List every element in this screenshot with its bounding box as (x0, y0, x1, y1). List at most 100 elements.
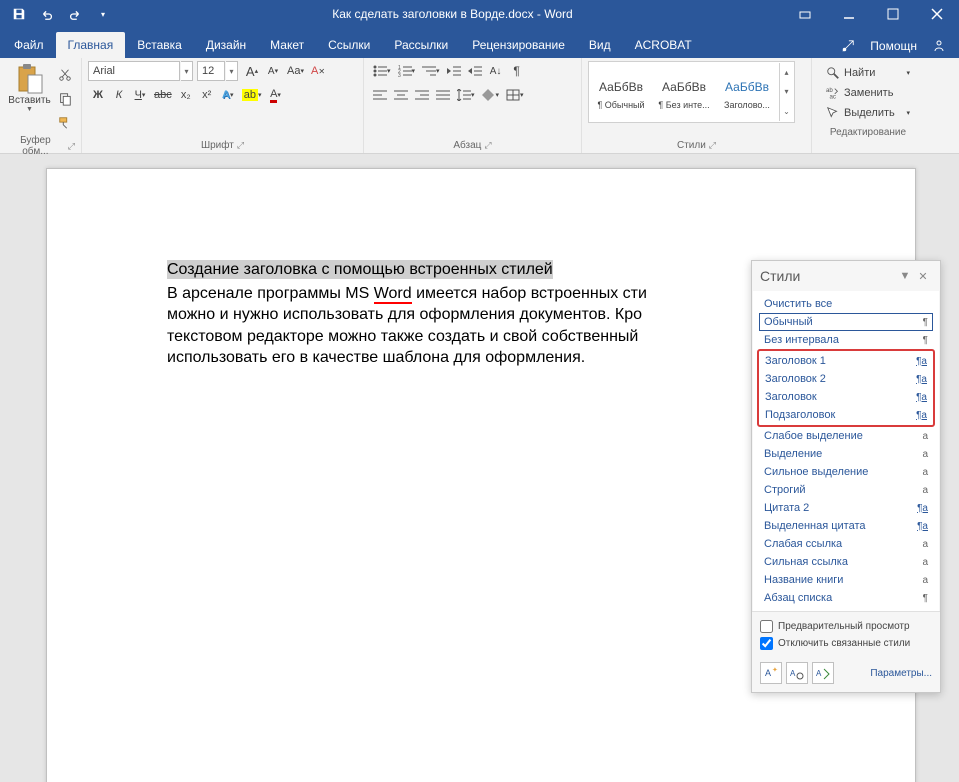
doc-text-word[interactable]: Word (374, 285, 412, 304)
italic-button[interactable]: К (109, 85, 129, 105)
styles-pane-close-button[interactable]: ✕ (914, 267, 932, 285)
align-right-button[interactable] (412, 85, 432, 105)
line-spacing-button[interactable]: ▾ (454, 85, 478, 105)
document-area[interactable]: Создание заголовка с помощью встроенных … (0, 154, 959, 782)
tab-insert[interactable]: Вставка (125, 32, 194, 58)
style-item[interactable]: Заголовок¶a (760, 388, 932, 406)
qat-customize-button[interactable]: ▾ (90, 2, 116, 26)
tab-home[interactable]: Главная (56, 32, 126, 58)
share-icon[interactable] (927, 34, 951, 58)
grow-font-button[interactable]: A▴ (242, 61, 262, 81)
style-item[interactable]: Сильное выделениеa (759, 463, 933, 481)
show-marks-button[interactable]: ¶ (507, 61, 527, 81)
style-item[interactable]: Цитата 2¶a (759, 499, 933, 517)
borders-button[interactable]: ▾ (503, 85, 527, 105)
new-style-button[interactable]: A✦ (760, 662, 782, 684)
style-item[interactable]: Выделениеa (759, 445, 933, 463)
styles-launcher[interactable]: ⤢ (709, 140, 716, 151)
style-item[interactable]: Слабое выделениеa (759, 427, 933, 445)
decrease-indent-button[interactable] (444, 61, 464, 81)
font-name-input[interactable]: Arial (88, 61, 180, 81)
style-item[interactable]: Абзац списка¶ (759, 589, 933, 607)
style-item[interactable]: Выделенная цитата¶a (759, 517, 933, 535)
maximize-button[interactable] (871, 0, 915, 28)
tab-view[interactable]: Вид (577, 32, 623, 58)
doc-text-1b[interactable]: имеется набор встроенных сти (412, 285, 647, 302)
style-item[interactable]: Строгийa (759, 481, 933, 499)
doc-text-1a[interactable]: В арсенале программы MS (167, 285, 374, 302)
close-button[interactable] (915, 0, 959, 28)
style-item[interactable]: Заголовок 2¶a (760, 370, 932, 388)
font-launcher[interactable]: ⤢ (237, 140, 244, 151)
style-item[interactable]: Название книгиa (759, 571, 933, 589)
select-button[interactable]: Выделить▾ (820, 103, 916, 123)
tell-me-label[interactable]: Помощн (860, 39, 927, 53)
style-heading1[interactable]: АаБбВвЗаголово... (716, 63, 778, 121)
style-normal[interactable]: АаБбВв¶ Обычный (590, 63, 652, 121)
tab-design[interactable]: Дизайн (194, 32, 258, 58)
shading-button[interactable]: ▾ (479, 85, 503, 105)
disable-linked-checkbox[interactable]: Отключить связанные стили (760, 635, 932, 652)
highlight-button[interactable]: ab▾ (239, 85, 265, 105)
align-left-button[interactable] (370, 85, 390, 105)
replace-button[interactable]: abacЗаменить (820, 83, 916, 103)
doc-heading[interactable]: Создание заголовка с помощью встроенных … (167, 260, 553, 279)
save-button[interactable] (6, 2, 32, 26)
bullets-button[interactable]: ▾ (370, 61, 394, 81)
paragraph-launcher[interactable]: ⤢ (484, 140, 491, 151)
tab-mailings[interactable]: Рассылки (382, 32, 460, 58)
style-item[interactable]: Сильная ссылкаa (759, 553, 933, 571)
tell-me-icon[interactable] (836, 34, 860, 58)
styles-pane-options-button[interactable]: ▼ (896, 267, 914, 285)
style-inspector-button[interactable]: A (786, 662, 808, 684)
doc-text-4[interactable]: использовать его в качестве шаблона для … (167, 349, 585, 366)
gallery-up-button[interactable]: ▴ (780, 63, 793, 82)
underline-button[interactable]: Ч▾ (130, 85, 150, 105)
style-normal-item[interactable]: Обычный¶ (759, 313, 933, 331)
style-clear-all[interactable]: Очистить все (759, 295, 933, 313)
font-size-input[interactable]: 12 (197, 61, 225, 81)
clipboard-launcher[interactable]: ⤢ (68, 141, 75, 152)
style-item[interactable]: Слабая ссылкаa (759, 535, 933, 553)
shrink-font-button[interactable]: A▾ (263, 61, 283, 81)
justify-button[interactable] (433, 85, 453, 105)
style-no-spacing[interactable]: АаБбВв¶ Без инте... (653, 63, 715, 121)
minimize-button[interactable] (827, 0, 871, 28)
tab-references[interactable]: Ссылки (316, 32, 382, 58)
doc-text-3[interactable]: текстовом редакторе можно также создать … (167, 328, 638, 345)
multilevel-list-button[interactable]: ▾ (419, 61, 443, 81)
preview-checkbox[interactable]: Предварительный просмотр (760, 618, 932, 635)
style-item[interactable]: Подзаголовок¶a (760, 406, 932, 424)
clear-formatting-button[interactable]: A✕ (308, 61, 328, 81)
font-color-button[interactable]: A▾ (266, 85, 286, 105)
gallery-more-button[interactable]: ⌄ (780, 102, 793, 121)
ribbon-display-button[interactable] (783, 0, 827, 28)
superscript-button[interactable]: x² (197, 85, 217, 105)
find-button[interactable]: Найти▾ (820, 63, 916, 83)
tab-file[interactable]: Файл (2, 32, 56, 58)
format-painter-button[interactable] (55, 113, 75, 133)
increase-indent-button[interactable] (465, 61, 485, 81)
manage-styles-button[interactable]: A (812, 662, 834, 684)
undo-button[interactable] (34, 2, 60, 26)
style-item[interactable]: Заголовок 1¶a (760, 352, 932, 370)
cut-button[interactable] (55, 65, 75, 85)
redo-button[interactable] (62, 2, 88, 26)
numbering-button[interactable]: 123▾ (395, 61, 419, 81)
style-item[interactable]: Без интервала¶ (759, 331, 933, 349)
change-case-button[interactable]: Aa▾ (284, 61, 307, 81)
paste-button[interactable]: Вставить ▼ (6, 61, 53, 115)
sort-button[interactable]: A↓ (486, 61, 506, 81)
text-effects-button[interactable]: A▾ (218, 85, 238, 105)
subscript-button[interactable]: x₂ (176, 85, 196, 105)
gallery-down-button[interactable]: ▾ (780, 82, 793, 101)
doc-text-2[interactable]: можно и нужно использовать для оформлени… (167, 306, 642, 323)
styles-options-link[interactable]: Параметры... (870, 668, 932, 679)
font-name-dropdown[interactable]: ▾ (181, 61, 193, 81)
tab-layout[interactable]: Макет (258, 32, 316, 58)
font-size-dropdown[interactable]: ▾ (226, 61, 238, 81)
tab-review[interactable]: Рецензирование (460, 32, 577, 58)
align-center-button[interactable] (391, 85, 411, 105)
tab-acrobat[interactable]: ACROBAT (623, 32, 704, 58)
strikethrough-button[interactable]: abc (151, 85, 175, 105)
